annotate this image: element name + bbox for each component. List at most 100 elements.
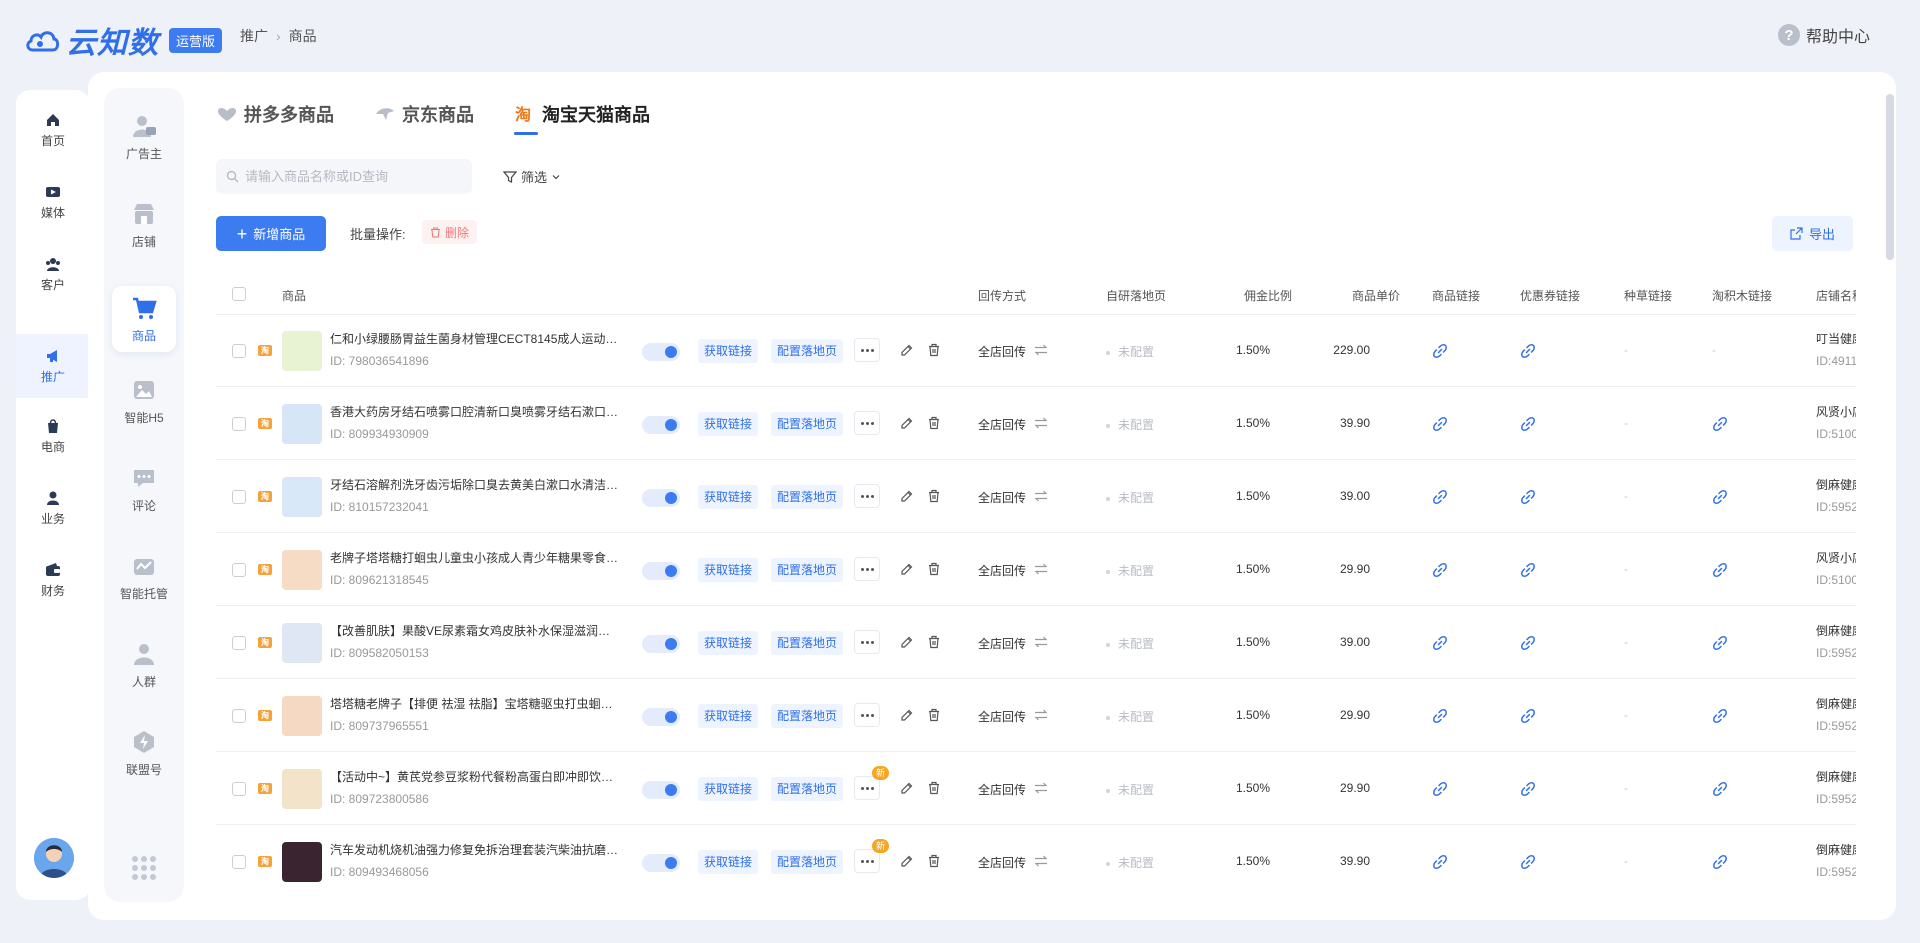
swap-icon[interactable] — [1034, 854, 1048, 868]
taojimu-link-icon[interactable] — [1712, 635, 1728, 651]
get-link-button[interactable]: 获取链接 — [698, 631, 759, 655]
coupon-link-icon[interactable] — [1520, 416, 1536, 432]
get-link-button[interactable]: 获取链接 — [698, 412, 759, 436]
config-landing-page-button[interactable]: 配置落地页 — [771, 485, 844, 509]
tab-pinduoduo[interactable]: 拼多多商品 — [216, 98, 334, 130]
swap-icon[interactable] — [1034, 708, 1048, 722]
more-apps-icon[interactable] — [132, 856, 156, 880]
product-thumbnail[interactable] — [282, 842, 322, 882]
product-thumbnail[interactable] — [282, 477, 322, 517]
more-actions-button[interactable] — [854, 484, 880, 508]
batch-delete-button[interactable]: 删除 — [422, 220, 478, 244]
product-thumbnail[interactable] — [282, 696, 322, 736]
trash-icon[interactable] — [927, 489, 941, 503]
status-toggle[interactable] — [642, 343, 680, 361]
row-checkbox[interactable] — [232, 855, 246, 869]
nav-item-finance[interactable]: 财务 — [16, 552, 90, 608]
subnav-item-store[interactable]: 店铺 — [112, 192, 176, 258]
taojimu-link-icon[interactable] — [1712, 854, 1728, 870]
select-all-checkbox[interactable] — [232, 287, 246, 301]
status-toggle[interactable] — [642, 562, 680, 580]
status-toggle[interactable] — [642, 708, 680, 726]
taojimu-link-icon[interactable] — [1712, 489, 1728, 505]
product-name[interactable]: 汽车发动机烧机油强力修复免拆治理套装汽柴油抗磨剂添加剂 — [330, 841, 622, 858]
edit-icon[interactable] — [900, 635, 914, 649]
product-name[interactable]: 牙结石溶解剂洗牙齿污垢除口臭去黄美白漱口水清洁喷雾牙膏 — [330, 476, 622, 493]
trash-icon[interactable] — [927, 635, 941, 649]
help-center-link[interactable]: ? 帮助中心 — [1778, 23, 1870, 47]
product-name[interactable]: 老牌子塔塔糖打蛔虫儿童虫小孩成人青少年糖果零食正品驱虫 — [330, 549, 622, 566]
edit-icon[interactable] — [900, 708, 914, 722]
config-landing-page-button[interactable]: 配置落地页 — [771, 777, 844, 801]
config-landing-page-button[interactable]: 配置落地页 — [771, 704, 844, 728]
nav-item-ecommerce[interactable]: 电商 — [16, 408, 90, 464]
taojimu-link-icon[interactable] — [1712, 708, 1728, 724]
coupon-link-icon[interactable] — [1520, 562, 1536, 578]
product-link-icon[interactable] — [1432, 635, 1448, 651]
nav-item-media[interactable]: 媒体 — [16, 174, 90, 230]
status-toggle[interactable] — [642, 781, 680, 799]
filter-dropdown[interactable]: 筛选 — [503, 167, 561, 186]
edit-icon[interactable] — [900, 343, 914, 357]
product-link-icon[interactable] — [1432, 416, 1448, 432]
config-landing-page-button[interactable]: 配置落地页 — [771, 339, 844, 363]
row-checkbox[interactable] — [232, 563, 246, 577]
config-landing-page-button[interactable]: 配置落地页 — [771, 850, 844, 874]
nav-item-customers[interactable]: 客户 — [16, 246, 90, 302]
export-button[interactable]: 导出 — [1772, 216, 1853, 251]
get-link-button[interactable]: 获取链接 — [698, 485, 759, 509]
subnav-item-alliance[interactable]: 联盟号 — [112, 720, 176, 786]
product-name[interactable]: 塔塔糖老牌子【排便 祛湿 祛脂】宝塔糖驱虫打虫蛔虫儿童 — [330, 695, 622, 712]
swap-icon[interactable] — [1034, 635, 1048, 649]
trash-icon[interactable] — [927, 562, 941, 576]
subnav-item-smart-h5[interactable]: 智能H5 — [112, 368, 176, 434]
trash-icon[interactable] — [927, 854, 941, 868]
status-toggle[interactable] — [642, 635, 680, 653]
trash-icon[interactable] — [927, 343, 941, 357]
product-link-icon[interactable] — [1432, 489, 1448, 505]
edit-icon[interactable] — [900, 781, 914, 795]
get-link-button[interactable]: 获取链接 — [698, 777, 759, 801]
taojimu-link-icon[interactable] — [1712, 562, 1728, 578]
swap-icon[interactable] — [1034, 562, 1048, 576]
status-toggle[interactable] — [642, 489, 680, 507]
swap-icon[interactable] — [1034, 489, 1048, 503]
row-checkbox[interactable] — [232, 490, 246, 504]
coupon-link-icon[interactable] — [1520, 708, 1536, 724]
trash-icon[interactable] — [927, 781, 941, 795]
swap-icon[interactable] — [1034, 781, 1048, 795]
taojimu-link-icon[interactable] — [1712, 416, 1728, 432]
status-toggle[interactable] — [642, 854, 680, 872]
nav-item-business[interactable]: 业务 — [16, 480, 90, 536]
row-checkbox[interactable] — [232, 344, 246, 358]
more-actions-button[interactable] — [854, 630, 880, 654]
more-actions-button[interactable] — [854, 703, 880, 727]
status-toggle[interactable] — [642, 416, 680, 434]
row-checkbox[interactable] — [232, 709, 246, 723]
product-link-icon[interactable] — [1432, 343, 1448, 359]
get-link-button[interactable]: 获取链接 — [698, 704, 759, 728]
config-landing-page-button[interactable]: 配置落地页 — [771, 558, 844, 582]
more-actions-button[interactable] — [854, 411, 880, 435]
coupon-link-icon[interactable] — [1520, 489, 1536, 505]
edit-icon[interactable] — [900, 562, 914, 576]
tab-jd[interactable]: 京东商品 — [374, 98, 474, 130]
subnav-item-comments[interactable]: 评论 — [112, 456, 176, 522]
nav-item-home[interactable]: 首页 — [16, 102, 90, 158]
config-landing-page-button[interactable]: 配置落地页 — [771, 412, 844, 436]
edit-icon[interactable] — [900, 416, 914, 430]
product-link-icon[interactable] — [1432, 854, 1448, 870]
edit-icon[interactable] — [900, 489, 914, 503]
product-link-icon[interactable] — [1432, 708, 1448, 724]
add-product-button[interactable]: + 新增商品 — [216, 216, 326, 251]
search-input[interactable] — [245, 169, 455, 184]
taojimu-link-icon[interactable] — [1712, 781, 1728, 797]
subnav-item-advertiser[interactable]: 广告主 — [112, 104, 176, 170]
nav-item-promotion[interactable]: 推广 — [16, 334, 90, 398]
product-link-icon[interactable] — [1432, 781, 1448, 797]
get-link-button[interactable]: 获取链接 — [698, 339, 759, 363]
row-checkbox[interactable] — [232, 782, 246, 796]
subnav-item-auto-manage[interactable]: 智能托管 — [112, 544, 176, 610]
get-link-button[interactable]: 获取链接 — [698, 558, 759, 582]
product-name[interactable]: 【活动中~】黄芪党参豆浆粉代餐粉高蛋白即冲即饮营养早餐 — [330, 768, 622, 785]
